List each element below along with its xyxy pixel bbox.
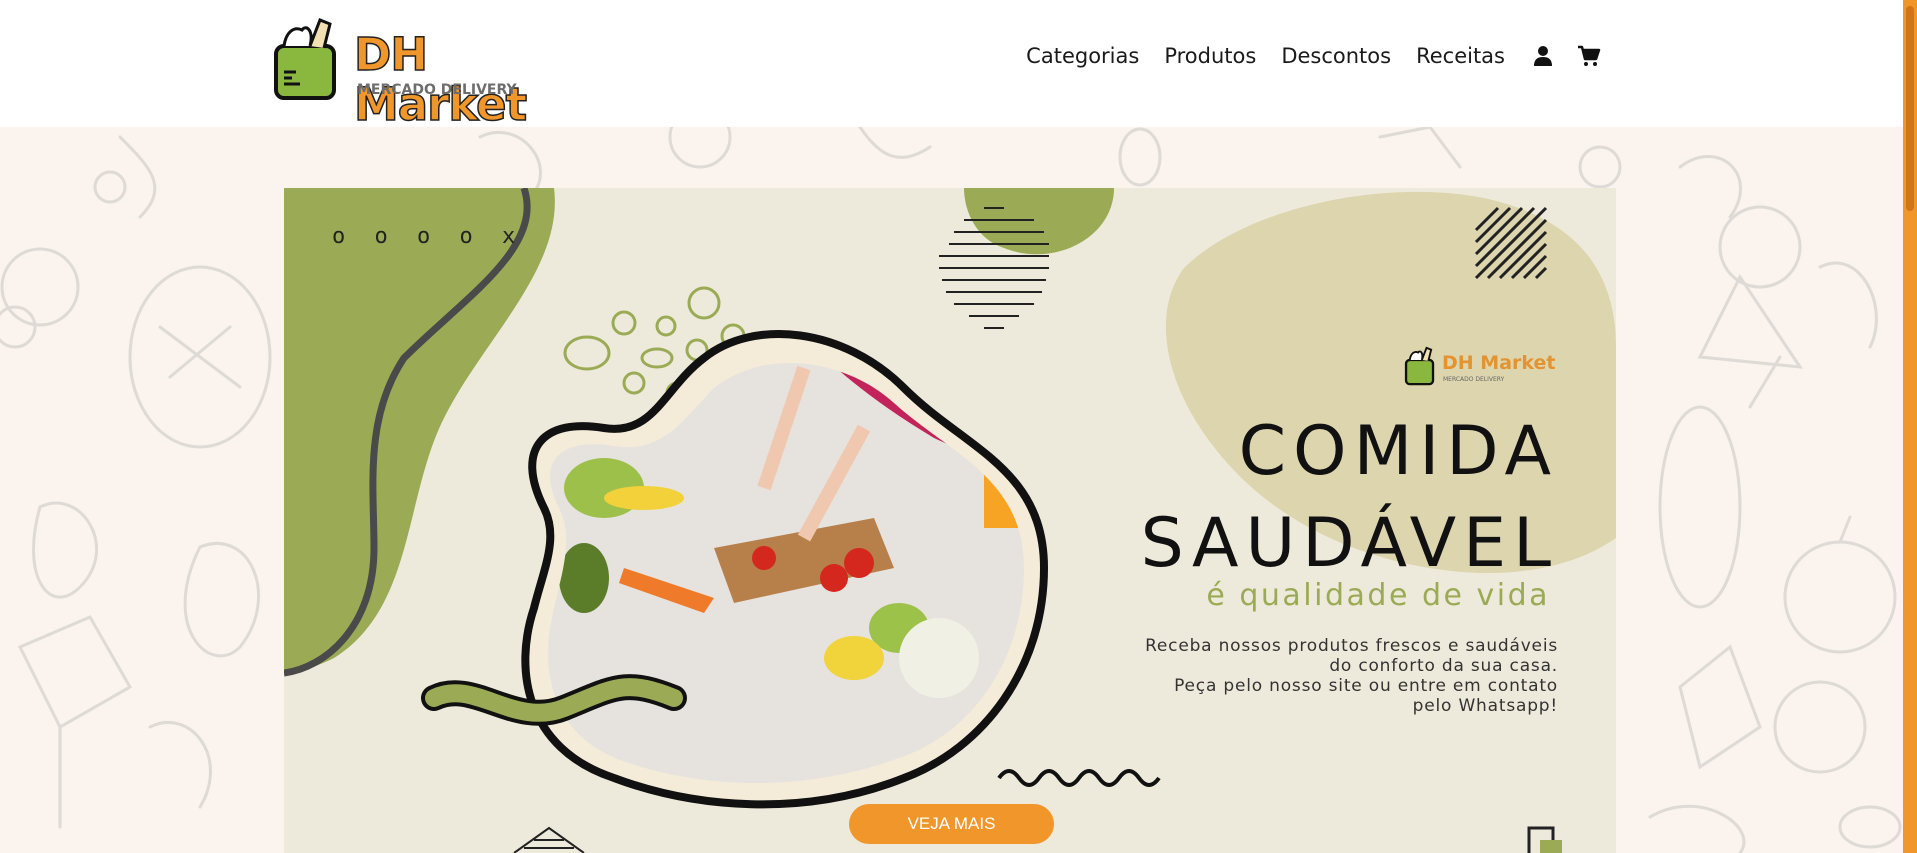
description-line-1: Receba nossos produtos frescos e saudáve… bbox=[1145, 636, 1558, 656]
nav-descontos[interactable]: Descontos bbox=[1281, 44, 1391, 68]
headline-line-2: SAUDÁVEL bbox=[1140, 504, 1558, 583]
decor-marks: o o o o x bbox=[332, 224, 524, 249]
scrollbar-thumb[interactable] bbox=[1906, 6, 1914, 211]
nav-produtos[interactable]: Produtos bbox=[1164, 44, 1256, 68]
site-logo[interactable]: DH Market MERCADO DELIVERY bbox=[272, 16, 592, 130]
main-nav: Categorias Produtos Descontos Receitas bbox=[1001, 44, 1601, 68]
banner-headline: COMIDA SAUDÁVEL bbox=[1141, 406, 1558, 590]
site-header: DH Market MERCADO DELIVERY Categorias Pr… bbox=[0, 0, 1903, 130]
page-scrollbar[interactable] bbox=[1903, 0, 1917, 853]
description-line-4: pelo Whatsapp! bbox=[1412, 696, 1558, 716]
banner-logo-subtitle: MERCADO DELIVERY bbox=[1443, 376, 1505, 383]
logo-subtitle: MERCADO DELIVERY bbox=[357, 82, 517, 98]
description-line-2: do conforto da sua casa. bbox=[1329, 656, 1558, 676]
hero-banner: o o o o x DH Market MERCADO DELIVERY COM… bbox=[284, 188, 1616, 853]
grocery-bag-icon bbox=[274, 18, 336, 100]
user-icon[interactable] bbox=[1531, 44, 1555, 68]
banner-description: Receba nossos produtos frescos e saudáve… bbox=[998, 636, 1558, 716]
logo-title: DH Market bbox=[353, 28, 528, 131]
nav-receitas[interactable]: Receitas bbox=[1416, 44, 1505, 68]
nav-categorias[interactable]: Categorias bbox=[1026, 44, 1139, 68]
banner-logo-title: DH Market bbox=[1442, 352, 1556, 374]
description-line-3: Peça pelo nosso site ou entre em contato bbox=[1174, 676, 1558, 696]
cart-icon[interactable] bbox=[1577, 44, 1601, 68]
banner-tagline: é qualidade de vida bbox=[1206, 578, 1550, 613]
grocery-bag-icon bbox=[1404, 346, 1435, 386]
veja-mais-button[interactable]: VEJA MAIS bbox=[849, 804, 1054, 844]
headline-line-1: COMIDA bbox=[1238, 412, 1558, 491]
